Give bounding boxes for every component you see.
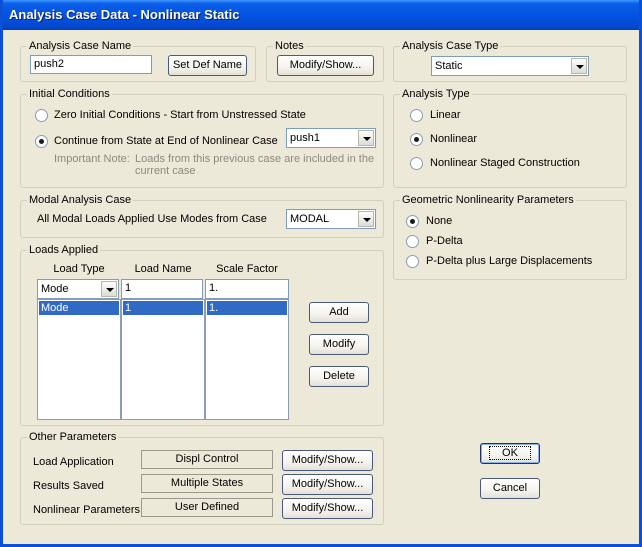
analysis-type-group-title: Analysis Type xyxy=(400,87,472,101)
title-bar: Analysis Case Data - Nonlinear Static xyxy=(3,0,639,30)
radio-linear[interactable] xyxy=(410,109,423,122)
modal-case-value: MODAL xyxy=(290,213,330,225)
load-name-input[interactable]: 1 xyxy=(121,279,203,299)
radio-p-delta-large-label: P-Delta plus Large Displacements xyxy=(426,255,593,267)
chevron-down-icon[interactable] xyxy=(358,130,374,146)
case-type-group-title: Analysis Case Type xyxy=(400,39,501,53)
results-saved-modify-button[interactable]: Modify/Show... xyxy=(282,474,373,495)
ok-button[interactable]: OK xyxy=(480,443,540,464)
radio-linear-label: Linear xyxy=(430,109,461,121)
notes-group-title: Notes xyxy=(273,39,306,53)
notes-modify-show-button[interactable]: Modify/Show... xyxy=(277,55,374,76)
radio-staged-construction[interactable] xyxy=(410,157,423,170)
load-type-dropdown[interactable]: Mode xyxy=(37,279,119,299)
cancel-button[interactable]: Cancel xyxy=(480,478,540,499)
scale-factor-list[interactable]: 1. xyxy=(205,299,289,420)
case-name-input[interactable]: push2 xyxy=(30,55,152,74)
radio-geometric-none[interactable] xyxy=(406,215,419,228)
radio-geometric-none-label: None xyxy=(426,215,453,227)
modal-text: All Modal Loads Applied Use Modes from C… xyxy=(37,213,267,225)
radio-p-delta-large[interactable] xyxy=(406,255,419,268)
modify-load-button[interactable]: Modify xyxy=(309,334,369,355)
radio-nonlinear[interactable] xyxy=(410,133,423,146)
radio-nonlinear-label: Nonlinear xyxy=(430,133,478,145)
case-name-group-title: Analysis Case Name xyxy=(27,39,134,53)
nonlinear-parameters-label: Nonlinear Parameters xyxy=(33,504,140,516)
load-application-value: Displ Control xyxy=(141,450,273,469)
load-name-list[interactable]: 1 xyxy=(121,299,205,420)
modal-group-title: Modal Analysis Case xyxy=(27,193,134,207)
case-type-value: Static xyxy=(435,60,463,72)
load-application-label: Load Application xyxy=(33,456,114,468)
modal-case-dropdown[interactable]: MODAL xyxy=(286,209,376,229)
delete-load-button[interactable]: Delete xyxy=(309,366,369,387)
dialog-window: Analysis Case Data - Nonlinear Static An… xyxy=(0,0,642,547)
nonlinear-parameters-value: User Defined xyxy=(141,498,273,517)
col-header-load-name: Load Name xyxy=(134,263,192,275)
radio-zero-initial-label: Zero Initial Conditions - Start from Uns… xyxy=(54,109,306,121)
col-header-load-type: Load Type xyxy=(53,263,105,275)
radio-continue-from-state[interactable] xyxy=(35,135,48,148)
radio-p-delta[interactable] xyxy=(406,235,419,248)
other-parameters-group-title: Other Parameters xyxy=(27,430,119,444)
case-type-dropdown[interactable]: Static xyxy=(431,56,589,76)
scale-factor-input[interactable]: 1. xyxy=(205,279,289,299)
radio-continue-label: Continue from State at End of Nonlinear … xyxy=(54,135,278,147)
analysis-type-group: Analysis Type xyxy=(393,87,627,188)
set-def-name-button[interactable]: Set Def Name xyxy=(168,55,247,76)
col-header-scale-factor: Scale Factor xyxy=(216,263,278,275)
load-type-list[interactable]: Mode xyxy=(37,299,121,420)
window-title: Analysis Case Data - Nonlinear Static xyxy=(9,7,240,22)
initial-case-dropdown[interactable]: push1 xyxy=(286,128,376,148)
add-load-button[interactable]: Add xyxy=(309,302,369,323)
table-row-scale-factor[interactable]: 1. xyxy=(207,301,287,315)
loads-applied-group-title: Loads Applied xyxy=(27,243,101,257)
important-note-line2: current case xyxy=(135,165,196,177)
initial-case-value: push1 xyxy=(290,132,320,144)
load-application-modify-button[interactable]: Modify/Show... xyxy=(282,450,373,471)
radio-staged-label: Nonlinear Staged Construction xyxy=(430,157,580,169)
results-saved-label: Results Saved xyxy=(33,480,104,492)
nonlinear-parameters-modify-button[interactable]: Modify/Show... xyxy=(282,498,373,519)
chevron-down-icon[interactable] xyxy=(358,211,374,227)
load-type-value: Mode xyxy=(41,283,69,295)
geometric-nonlinearity-group-title: Geometric Nonlinearity Parameters xyxy=(400,193,576,207)
chevron-down-icon[interactable] xyxy=(571,58,587,74)
ok-button-label: OK xyxy=(489,446,531,460)
results-saved-value: Multiple States xyxy=(141,474,273,493)
chevron-down-icon[interactable] xyxy=(101,281,117,297)
radio-zero-initial[interactable] xyxy=(35,109,48,122)
important-note-label: Important Note: xyxy=(54,153,130,165)
table-row-load-type[interactable]: Mode xyxy=(39,301,119,315)
table-row-load-name[interactable]: 1 xyxy=(123,301,203,315)
radio-p-delta-label: P-Delta xyxy=(426,235,463,247)
initial-conditions-group-title: Initial Conditions xyxy=(27,87,112,101)
